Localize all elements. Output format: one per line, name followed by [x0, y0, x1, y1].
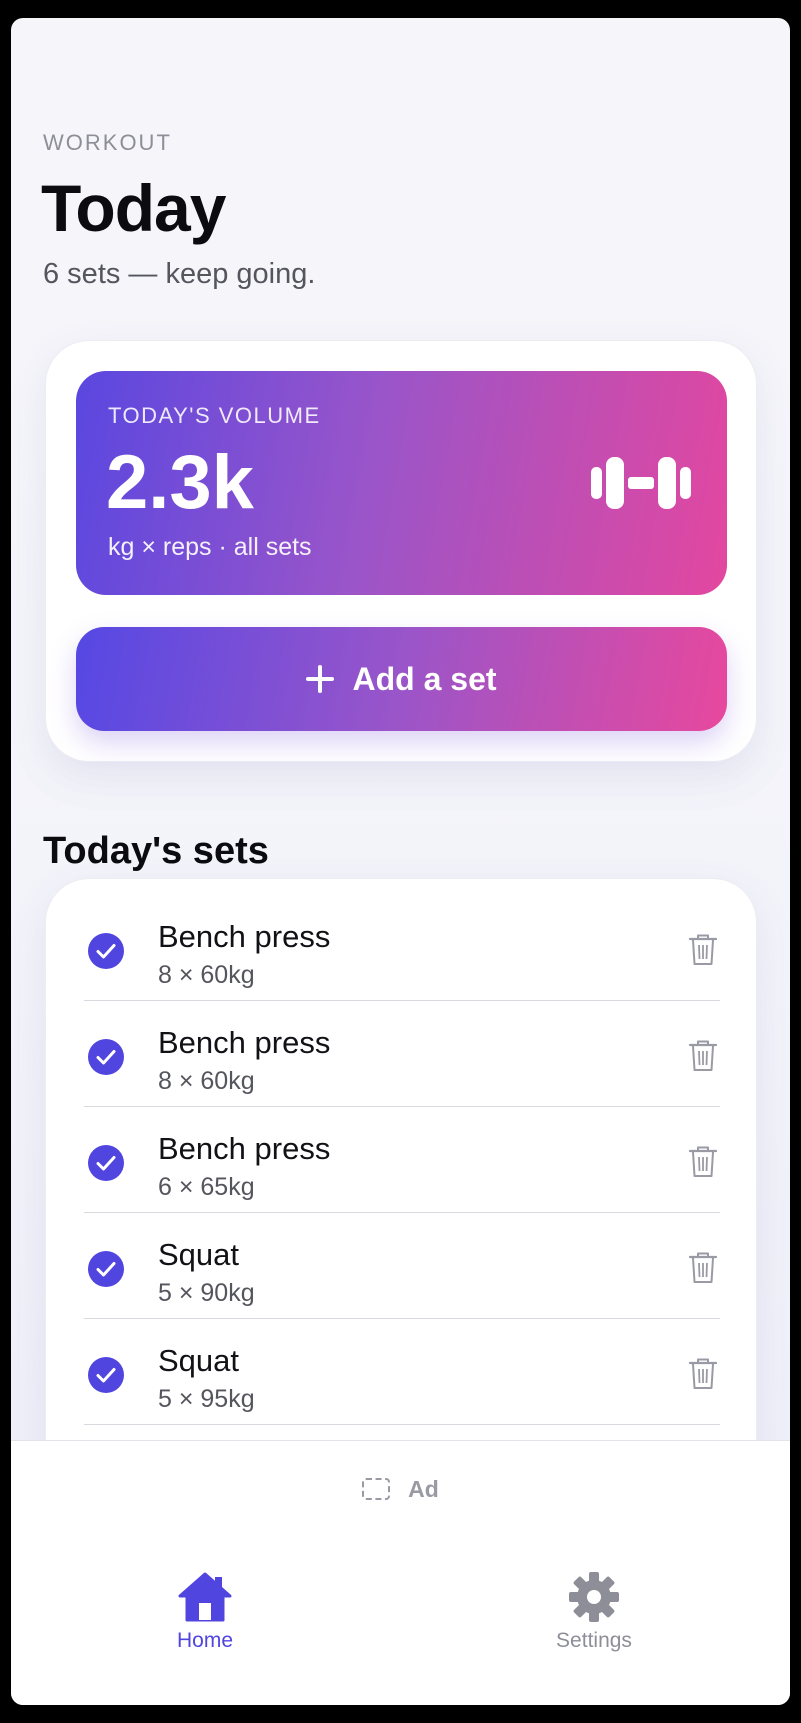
- set-exercise-name: Bench press: [158, 1025, 331, 1060]
- tab-settings-label: Settings: [556, 1629, 632, 1652]
- house-icon: [178, 1572, 232, 1622]
- set-reps-weight: 8 × 60kg: [158, 1067, 255, 1095]
- set-reps-weight: 5 × 90kg: [158, 1279, 255, 1307]
- trash-icon[interactable]: [688, 933, 718, 967]
- page-title: Today: [41, 171, 226, 245]
- ad-banner[interactable]: Ad: [11, 1441, 790, 1537]
- gear-icon: [569, 1572, 619, 1622]
- plus-icon: [306, 665, 335, 693]
- add-set-button[interactable]: Add a set: [76, 627, 727, 731]
- list-item[interactable]: Squat 5 × 90kg: [84, 1213, 720, 1319]
- app-screen: WORKOUT Today 6 sets — keep going. TODAY…: [11, 18, 790, 1705]
- ad-label: Ad: [408, 1475, 439, 1502]
- volume-label: TODAY'S VOLUME: [108, 403, 321, 428]
- sets-section-title: Today's sets: [43, 830, 269, 872]
- tab-home[interactable]: Home: [125, 1571, 285, 1661]
- volume-caption: kg × reps · all sets: [108, 533, 312, 561]
- set-reps-weight: 8 × 60kg: [158, 961, 255, 989]
- check-circle-icon[interactable]: [88, 1039, 124, 1075]
- list-item[interactable]: Squat 5 × 95kg: [84, 1319, 720, 1425]
- tab-home-label: Home: [176, 1629, 234, 1652]
- summary-card: TODAY'S VOLUME 2.3k kg × reps · all sets…: [45, 340, 757, 762]
- list-item[interactable]: Bench press 8 × 60kg: [84, 1001, 720, 1107]
- dumbbell-icon: [591, 457, 691, 509]
- trash-icon[interactable]: [688, 1145, 718, 1179]
- set-exercise-name: Bench press: [158, 1131, 331, 1166]
- trash-icon[interactable]: [688, 1357, 718, 1391]
- check-circle-icon[interactable]: [88, 1251, 124, 1287]
- bottom-bar: Ad Home Settings: [11, 1440, 790, 1705]
- list-item[interactable]: Bench press 6 × 65kg: [84, 1107, 720, 1213]
- set-reps-weight: 6 × 65kg: [158, 1173, 255, 1201]
- volume-tile: TODAY'S VOLUME 2.3k kg × reps · all sets: [76, 371, 727, 595]
- check-circle-icon[interactable]: [88, 933, 124, 969]
- ad-placeholder-icon: [362, 1478, 391, 1500]
- set-exercise-name: Bench press: [158, 919, 331, 954]
- trash-icon[interactable]: [688, 1251, 718, 1285]
- check-circle-icon[interactable]: [88, 1357, 124, 1393]
- section-eyebrow: WORKOUT: [43, 130, 172, 155]
- set-exercise-name: Squat: [158, 1237, 240, 1272]
- volume-value: 2.3k: [106, 440, 254, 525]
- list-item[interactable]: Bench press 8 × 60kg: [84, 895, 720, 1001]
- tab-settings[interactable]: Settings: [514, 1571, 674, 1661]
- trash-icon[interactable]: [688, 1039, 718, 1073]
- page-subtitle: 6 sets — keep going.: [43, 258, 316, 290]
- add-set-label: Add a set: [352, 660, 497, 697]
- set-reps-weight: 5 × 95kg: [158, 1385, 255, 1413]
- check-circle-icon[interactable]: [88, 1145, 124, 1181]
- set-exercise-name: Squat: [158, 1343, 240, 1378]
